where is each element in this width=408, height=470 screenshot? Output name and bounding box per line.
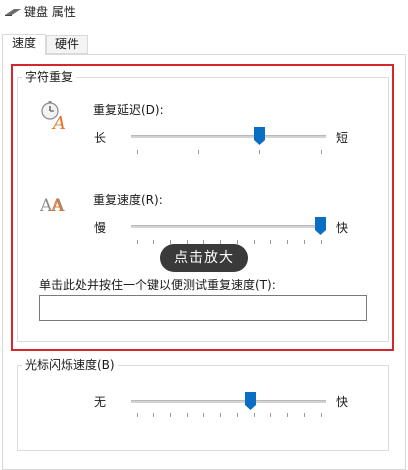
slider-tick [303,413,305,417]
slider-tick [320,413,322,417]
slider-tick [136,240,138,244]
slider-tick [136,413,138,417]
slider-tick [186,413,188,417]
repeat-delay-ticks [131,150,326,156]
cursor-blink-max-label: 快 [336,395,349,409]
zoom-tooltip[interactable]: 点击放大 [160,244,248,272]
repeat-rate-max-label: 快 [336,221,349,235]
repeat-delay-track[interactable] [131,135,326,138]
repeat-delay-label: 重复延迟(D): [93,103,164,117]
slider-tick [169,413,171,417]
slider-tick [253,413,255,417]
cursor-blink-group [17,365,389,451]
slider-tick [153,413,155,417]
svg-text:A: A [50,196,64,215]
slider-tick [303,240,305,244]
svg-text:A: A [51,113,66,130]
slider-tick [203,413,205,417]
slider-tick [287,240,289,244]
test-repeat-label: 单击此处并按住一个键以便测试重复速度(T): [39,278,276,292]
title-bar: 键盘 属性 [0,0,408,28]
slider-tick [136,150,138,154]
slider-tick [270,413,272,417]
cursor-blink-title: 光标闪烁速度(B) [22,356,118,373]
character-repeat-title: 字符重复 [22,68,77,85]
repeat-rate-label: 重复速度(R): [93,193,163,207]
slider-tick [236,413,238,417]
repeat-delay-slider-thumb[interactable] [254,127,266,145]
slider-tick [259,150,261,154]
cursor-blink-min-label: 无 [94,395,107,409]
slider-tick [270,240,272,244]
keyboard-icon [5,9,21,16]
slider-tick [153,240,155,244]
cursor-blink-slider-thumb[interactable] [245,392,257,410]
window-title: 键盘 属性 [24,5,76,19]
repeated-letters-accent: A [50,196,64,215]
cursor-blink-ticks [131,413,326,419]
repeat-delay-min-label: 长 [94,131,107,145]
repeat-delay-max-label: 短 [336,131,349,145]
slider-tick [253,240,255,244]
repeat-rate-slider-thumb[interactable] [315,217,326,235]
slider-tick [220,413,222,417]
repeat-rate-min-label: 慢 [94,221,107,235]
test-repeat-input[interactable] [39,295,367,321]
slider-tick [320,150,322,154]
cursor-blink-track[interactable] [131,400,326,403]
tab-hardware[interactable]: 硬件 [46,35,88,54]
stopwatch-letter-icon: A [41,101,66,130]
slider-tick [197,150,199,154]
slider-tick [287,413,289,417]
slider-tick [320,240,322,244]
tab-speed[interactable]: 速度 [2,34,46,55]
repeat-rate-track[interactable] [131,225,326,228]
